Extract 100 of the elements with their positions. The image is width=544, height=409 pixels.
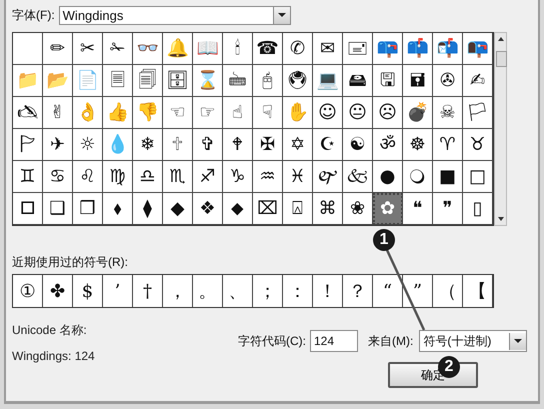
symbol-cell[interactable]: ▯ bbox=[463, 193, 493, 225]
symbol-cell[interactable]: 🗐 bbox=[133, 65, 163, 97]
symbol-cell[interactable]: 🖰 bbox=[253, 65, 283, 97]
symbol-cell[interactable]: ⍓ bbox=[283, 193, 313, 225]
recent-symbol-cell[interactable]: ① bbox=[13, 275, 43, 307]
symbol-cell[interactable]: □ bbox=[463, 161, 493, 193]
from-dropdown[interactable]: 符号(十进制) bbox=[419, 330, 528, 352]
symbol-cell[interactable]: ♉ bbox=[463, 129, 493, 161]
symbol-cell[interactable]: ✂ bbox=[73, 33, 103, 65]
symbol-cell[interactable]: ♌ bbox=[73, 161, 103, 193]
recent-symbol-cell[interactable]: ’ bbox=[103, 275, 133, 307]
symbol-cell[interactable]: 🕯 bbox=[223, 33, 253, 65]
symbol-cell[interactable]: ✆ bbox=[283, 33, 313, 65]
recent-symbol-cell[interactable]: 【 bbox=[463, 275, 493, 307]
recent-symbol-cell[interactable]: ； bbox=[253, 275, 283, 307]
symbol-cell[interactable]: ❝ bbox=[403, 193, 433, 225]
symbol-cell[interactable]: ♈ bbox=[433, 129, 463, 161]
symbol-cell[interactable]: ⌧ bbox=[253, 193, 283, 225]
symbol-cell[interactable]: ⬥ bbox=[223, 193, 253, 225]
dropdown-button[interactable] bbox=[509, 332, 526, 350]
symbol-cell[interactable]: ■ bbox=[433, 161, 463, 193]
symbol-cell[interactable]: 🕆 bbox=[163, 129, 193, 161]
symbol-cell[interactable]: 🗏 bbox=[103, 65, 133, 97]
symbol-cell[interactable]: 🖬 bbox=[403, 65, 433, 97]
symbol-cell[interactable]: ☹ bbox=[373, 97, 403, 129]
symbol-cell[interactable]: 🔾 bbox=[403, 161, 433, 193]
symbol-cell[interactable]: 🖮 bbox=[223, 65, 253, 97]
symbol-cell[interactable]: ♓ bbox=[283, 161, 313, 193]
symbol-cell[interactable]: ♏ bbox=[163, 161, 193, 193]
scrollbar[interactable] bbox=[494, 32, 507, 226]
symbol-cell[interactable]: 📪 bbox=[373, 33, 403, 65]
symbol-cell[interactable]: ❖ bbox=[193, 193, 223, 225]
symbol-cell[interactable]: ☝ bbox=[223, 97, 253, 129]
symbol-cell[interactable]: ❄ bbox=[133, 129, 163, 161]
symbol-cell[interactable]: ✉ bbox=[313, 33, 343, 65]
symbol-cell[interactable]: 🖴 bbox=[343, 65, 373, 97]
symbol-cell[interactable]: ✈ bbox=[43, 129, 73, 161]
recent-symbol-cell[interactable]: “ bbox=[373, 275, 403, 307]
symbol-cell[interactable]: ☟ bbox=[253, 97, 283, 129]
recent-symbol-cell[interactable]: ， bbox=[163, 275, 193, 307]
symbol-cell[interactable]: ♊ bbox=[13, 161, 43, 193]
symbol-cell[interactable]: 📄 bbox=[73, 65, 103, 97]
symbol-cell[interactable]: ♑ bbox=[223, 161, 253, 193]
symbol-cell[interactable]: ⌘ bbox=[313, 193, 343, 225]
symbol-cell[interactable]: ☠ bbox=[433, 97, 463, 129]
recent-symbol-cell[interactable]: $ bbox=[73, 275, 103, 307]
symbol-cell[interactable]: 🏱 bbox=[13, 129, 43, 161]
recent-symbol-cell[interactable]: ！ bbox=[313, 275, 343, 307]
symbol-cell[interactable] bbox=[13, 33, 43, 65]
recent-symbol-cell[interactable]: † bbox=[133, 275, 163, 307]
symbol-cell[interactable]: ☪ bbox=[313, 129, 343, 161]
symbol-cell[interactable]: ✡ bbox=[283, 129, 313, 161]
symbol-cell[interactable]: 🖲 bbox=[283, 65, 313, 97]
recent-symbol-cell[interactable]: ” bbox=[403, 275, 433, 307]
symbol-cell[interactable]: 🖫 bbox=[373, 65, 403, 97]
symbol-cell[interactable]: 😐 bbox=[343, 97, 373, 129]
recent-symbol-cell[interactable]: （ bbox=[433, 275, 463, 307]
symbol-cell[interactable]: ✞ bbox=[193, 129, 223, 161]
symbol-cell[interactable]: ✠ bbox=[253, 129, 283, 161]
symbol-cell[interactable]: ♐ bbox=[193, 161, 223, 193]
symbol-cell[interactable]: ♎ bbox=[133, 161, 163, 193]
symbol-cell[interactable]: 🙰 bbox=[313, 161, 343, 193]
symbol-cell[interactable]: ☺ bbox=[313, 97, 343, 129]
symbol-cell[interactable]: 📫 bbox=[403, 33, 433, 65]
symbol-cell[interactable]: 🏳 bbox=[463, 97, 493, 129]
symbol-cell[interactable]: ☞ bbox=[193, 97, 223, 129]
symbol-cell[interactable]: 📭 bbox=[463, 33, 493, 65]
symbol-cell[interactable]: 💻 bbox=[313, 65, 343, 97]
symbol-cell[interactable]: ⧫ bbox=[133, 193, 163, 225]
symbol-cell[interactable]: ♒ bbox=[253, 161, 283, 193]
symbol-cell[interactable]: ✏ bbox=[43, 33, 73, 65]
symbol-cell[interactable]: 🖃 bbox=[343, 33, 373, 65]
symbol-cell[interactable]: 📖 bbox=[193, 33, 223, 65]
char-code-field[interactable]: 124 bbox=[310, 330, 358, 352]
symbol-cell[interactable]: 🕈 bbox=[223, 129, 253, 161]
symbol-cell[interactable]: ✇ bbox=[433, 65, 463, 97]
symbol-cell[interactable]: ☸ bbox=[403, 129, 433, 161]
recent-symbol-cell[interactable]: ？ bbox=[343, 275, 373, 307]
symbol-cell[interactable]: ✿ bbox=[373, 193, 403, 225]
symbol-cell[interactable]: 🙵 bbox=[343, 161, 373, 193]
symbol-cell[interactable]: ◆ bbox=[163, 193, 193, 225]
symbol-cell[interactable]: ☼ bbox=[73, 129, 103, 161]
symbol-cell[interactable]: 👓 bbox=[133, 33, 163, 65]
symbol-cell[interactable]: ✍ bbox=[463, 65, 493, 97]
symbol-cell[interactable]: ♍ bbox=[103, 161, 133, 193]
symbol-cell[interactable]: ✁ bbox=[103, 33, 133, 65]
symbol-cell[interactable]: 🞐 bbox=[13, 193, 43, 225]
recent-symbol-cell[interactable]: 、 bbox=[223, 275, 253, 307]
symbol-cell[interactable]: ♋ bbox=[43, 161, 73, 193]
recent-symbol-cell[interactable]: ✤ bbox=[43, 275, 73, 307]
symbol-cell[interactable]: ❞ bbox=[433, 193, 463, 225]
font-dropdown[interactable]: Wingdings bbox=[58, 6, 291, 24]
symbol-cell[interactable]: ☎ bbox=[253, 33, 283, 65]
symbol-cell[interactable]: 🖎 bbox=[13, 97, 43, 129]
symbol-cell[interactable]: ॐ bbox=[373, 129, 403, 161]
symbol-cell[interactable]: ✌ bbox=[43, 97, 73, 129]
symbol-cell[interactable]: ❒ bbox=[73, 193, 103, 225]
symbol-cell[interactable]: 📬 bbox=[433, 33, 463, 65]
recent-symbol-cell[interactable]: ： bbox=[283, 275, 313, 307]
symbol-cell[interactable]: 🗄 bbox=[163, 65, 193, 97]
